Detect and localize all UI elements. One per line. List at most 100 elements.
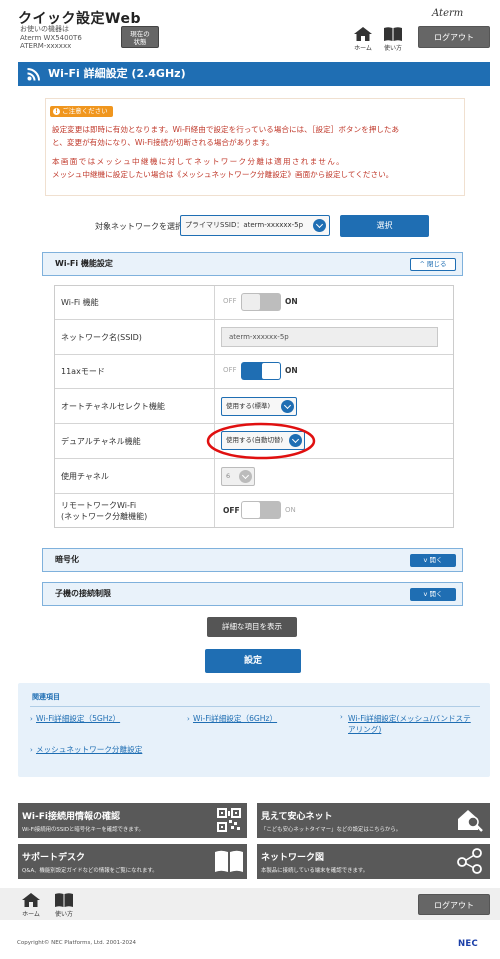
toggle-track — [241, 501, 281, 519]
expand-label: 開く — [429, 556, 443, 564]
nec-logo: NEC — [458, 939, 479, 949]
qr-code-icon — [217, 808, 241, 832]
card-title: 見えて安心ネット — [261, 812, 333, 822]
notice-text: 設定変更は即時に有効となります。Wi-Fi経由で設定を行っている場合には、［設定… — [52, 123, 462, 181]
related-link-6ghz[interactable]: › Wi-Fi詳細設定（6GHz） — [187, 713, 277, 724]
toggle-off-label: OFF — [223, 297, 237, 305]
wifi-info-card[interactable]: Wi-Fi接続用情報の確認 Wi-Fi接続用のSSIDと暗号化キーを確認できます… — [18, 803, 247, 838]
channel-select[interactable]: 6 — [221, 467, 255, 486]
row-label: Wi-Fi 機能 — [55, 286, 215, 319]
support-desk-card[interactable]: サポートデスク Q&A、機能別設定ガイドなどの情報をご覧になれます。 — [18, 844, 247, 879]
select-value: 使用する(標準) — [226, 402, 271, 410]
divider — [30, 706, 480, 707]
card-desc: Wi-Fi接続用のSSIDと暗号化キーを確認できます。 — [22, 827, 144, 833]
table-row: 使用チャネル 6 — [55, 459, 453, 494]
chevron-down-icon: v — [423, 556, 428, 564]
card-desc: Q&A、機能別設定ガイドなどの情報をご覧になれます。 — [22, 868, 158, 874]
row-label: オートチャネルセレクト機能 — [55, 389, 215, 423]
auto-channel-select[interactable]: 使用する(標準) — [221, 397, 297, 416]
mieru-anshin-card[interactable]: 見えて安心ネット 「こども安心ネットタイマー」などの設定はこちらから。 — [257, 803, 490, 838]
footer-logout-button[interactable]: ログアウト — [418, 894, 490, 915]
page-heading: Wi-Fi 詳細設定 (2.4GHz) — [18, 62, 490, 86]
notice-badge-label: ご注意ください — [62, 107, 108, 115]
footer-help-button[interactable]: 使い方 — [53, 893, 75, 918]
card-title: サポートデスク — [22, 853, 86, 863]
network-select-label: 対象ネットワークを選択 — [95, 222, 183, 231]
chevron-down-icon — [239, 470, 252, 483]
home-button[interactable]: ホーム — [352, 27, 374, 52]
related-link-mesh-isolation[interactable]: › メッシュネットワーク分離設定 — [30, 744, 142, 755]
card-title: Wi-Fi接続用情報の確認 — [22, 812, 120, 822]
bullet-icon: › — [30, 715, 33, 723]
device-label: お使いの機器は — [20, 25, 69, 33]
network-icon — [457, 848, 482, 874]
home-label: ホーム — [22, 911, 40, 918]
bullet-icon: › — [187, 715, 190, 723]
toggle-track — [241, 362, 281, 380]
network-select[interactable]: プライマリSSID：aterm-xxxxxx-5p — [180, 215, 330, 236]
chevron-down-icon — [313, 219, 326, 232]
house-search-icon — [458, 810, 483, 832]
device-model: Aterm WX5400T6 — [20, 33, 82, 42]
network-map-card[interactable]: ネットワーク図 本製品に接続している端末を確認できます。 — [257, 844, 490, 879]
copyright: Copyright© NEC Platforms, Ltd. 2001-2024 — [17, 940, 137, 946]
chevron-down-icon: v — [423, 590, 428, 598]
wifi-settings-section-header[interactable]: Wi-Fi 機能設定 ^ 閉じる — [42, 252, 463, 276]
select-network-button[interactable]: 選択 — [340, 215, 429, 237]
related-link-5ghz[interactable]: › Wi-Fi詳細設定（5GHz） — [30, 713, 120, 724]
card-desc: 「こども安心ネットタイマー」などの設定はこちらから。 — [261, 827, 402, 833]
home-icon — [354, 27, 372, 41]
link-text[interactable]: Wi-Fi詳細設定（5GHz） — [36, 714, 120, 723]
toggle-on-label: ON — [285, 297, 298, 306]
related-link-mesh[interactable]: › Wi-Fi詳細設定(メッシュ/バンドステ アリング) — [340, 713, 488, 735]
row-label: ネットワーク名(SSID) — [55, 320, 215, 354]
row-label: デュアルチャネル機能 — [55, 424, 215, 458]
link-text[interactable]: メッシュネットワーク分離設定 — [36, 745, 142, 754]
help-label: 使い方 — [54, 911, 73, 918]
section-title: 暗号化 — [55, 555, 79, 564]
chevron-up-icon: ^ — [419, 260, 425, 268]
show-details-button[interactable]: 詳細な項目を表示 — [207, 617, 297, 637]
table-row: リモートワークWi-Fi (ネットワーク分離機能) OFF ON — [55, 494, 453, 527]
related-title: 関連項目 — [32, 693, 60, 701]
notice-line: メッシュ中継機に設定したい場合は《メッシュネットワーク分離設定》画面から設定して… — [52, 170, 394, 179]
collapse-label: 閉じる — [427, 260, 447, 268]
table-row: デュアルチャネル機能 使用する(自動切替) — [55, 422, 453, 460]
expand-button[interactable]: v 開く — [410, 588, 456, 601]
footer-home-button[interactable]: ホーム — [20, 893, 42, 918]
notice-badge: ! ご注意ください — [50, 106, 113, 117]
wifi-icon — [27, 68, 40, 81]
save-button[interactable]: 設定 — [205, 649, 301, 673]
link-text[interactable]: Wi-Fi詳細設定(メッシュ/バンドステ アリング) — [348, 713, 488, 735]
logout-button[interactable]: ログアウト — [418, 26, 490, 48]
book-icon — [215, 850, 243, 872]
notice-line: 設定変更は即時に有効となります。Wi-Fi経由で設定を行っている場合には、［設定… — [52, 125, 400, 134]
device-name: ATERM-xxxxxx — [20, 42, 72, 50]
table-row: ネットワーク名(SSID) aterm-xxxxxx-5p — [55, 320, 453, 355]
toggle-on-label: ON — [285, 506, 296, 514]
toggle-track — [241, 293, 281, 311]
collapse-button[interactable]: ^ 閉じる — [410, 258, 456, 271]
ssid-field[interactable]: aterm-xxxxxx-5p — [221, 327, 438, 347]
toggle-off-label: OFF — [223, 366, 237, 374]
current-status-button[interactable]: 現在の 状態 — [121, 26, 159, 48]
link-text[interactable]: Wi-Fi詳細設定（6GHz） — [193, 714, 277, 723]
chevron-down-icon — [281, 400, 294, 413]
notice-line: と、変更が有効になり、Wi-Fi接続が切断される場合があります。 — [52, 138, 274, 147]
encryption-section-header[interactable]: 暗号化 v 開く — [42, 548, 463, 572]
table-row: Wi-Fi 機能 OFF ON — [55, 286, 453, 320]
client-limit-section-header[interactable]: 子機の接続制限 v 開く — [42, 582, 463, 606]
row-label: 11axモード — [55, 355, 215, 388]
bullet-icon: › — [340, 713, 343, 721]
network-select-value: プライマリSSID：aterm-xxxxxx-5p — [185, 221, 304, 229]
book-icon — [384, 27, 402, 41]
row-label: リモートワークWi-Fi (ネットワーク分離機能) — [55, 494, 215, 527]
help-label: 使い方 — [383, 45, 402, 52]
expand-button[interactable]: v 開く — [410, 554, 456, 567]
expand-label: 開く — [429, 590, 443, 598]
notice-line: 本画面ではメッシュ中継機に対してネットワーク分離は適用されません。 — [52, 157, 346, 166]
home-label: ホーム — [354, 45, 372, 52]
info-icon: ! — [53, 108, 60, 115]
help-button[interactable]: 使い方 — [382, 27, 404, 52]
section-title: 子機の接続制限 — [55, 589, 111, 598]
